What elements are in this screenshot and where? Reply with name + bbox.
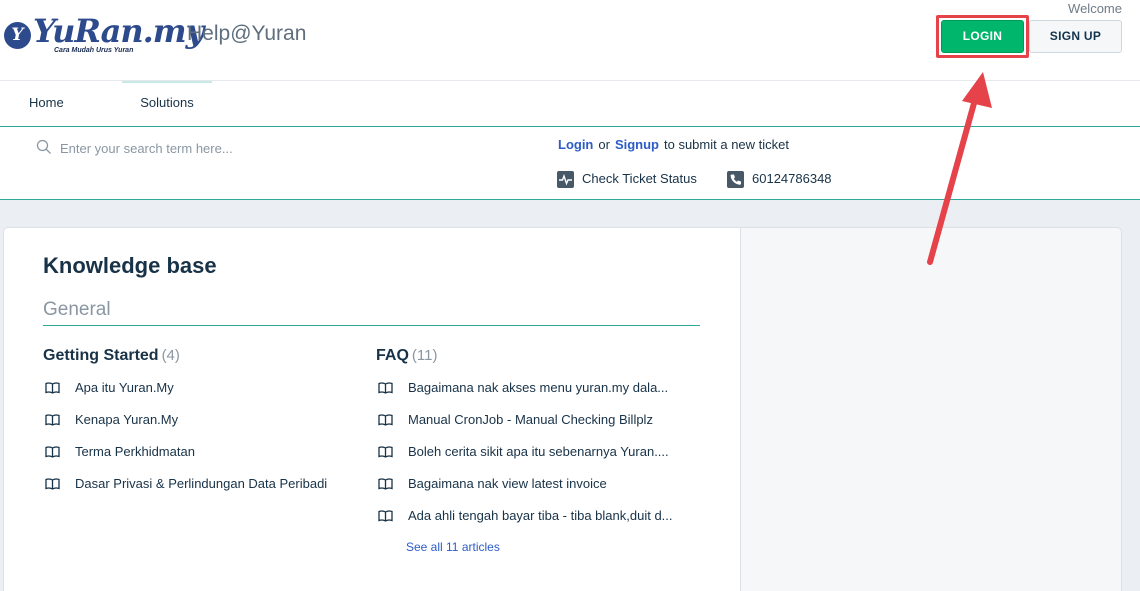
article-title: Bagaimana nak view latest invoice xyxy=(408,476,607,491)
knowledge-base-panel: Knowledge base General Getting Started (4… xyxy=(3,227,740,591)
ticket-prompt: Login or Signup to submit a new ticket xyxy=(558,137,789,152)
see-all-articles-link[interactable]: See all 11 articles xyxy=(406,540,673,554)
article-title: Terma Perkhidmatan xyxy=(75,444,195,459)
logo-tagline: Cara Mudah Urus Yuran xyxy=(54,47,134,54)
article-item[interactable]: Kenapa Yuran.My xyxy=(43,412,327,444)
login-highlight-box xyxy=(936,15,1029,58)
book-icon xyxy=(45,478,60,490)
book-icon xyxy=(378,510,393,522)
section-general[interactable]: General xyxy=(43,299,700,326)
article-title: Dasar Privasi & Perlindungan Data Periba… xyxy=(75,476,328,491)
book-icon xyxy=(45,382,60,394)
portal-name[interactable]: Help@Yuran xyxy=(187,22,306,46)
signup-link[interactable]: Signup xyxy=(615,137,659,152)
category-title[interactable]: Getting Started (4) xyxy=(43,347,327,365)
submit-ticket-text: to submit a new ticket xyxy=(664,137,789,152)
article-item[interactable]: Terma Perkhidmatan xyxy=(43,444,327,476)
signup-button[interactable]: SIGN UP xyxy=(1029,20,1122,53)
nav-solutions[interactable]: Solutions xyxy=(122,81,212,126)
welcome-text: Welcome xyxy=(1068,1,1122,16)
book-icon xyxy=(45,446,60,458)
nav-home[interactable]: Home xyxy=(29,81,64,126)
or-text: or xyxy=(598,137,610,152)
phone-icon xyxy=(727,171,744,189)
article-item[interactable]: Bagaimana nak akses menu yuran.my dala..… xyxy=(376,380,673,412)
book-icon xyxy=(378,446,393,458)
book-icon xyxy=(378,478,393,490)
article-title: Bagaimana nak akses menu yuran.my dala..… xyxy=(408,380,669,395)
search-icon xyxy=(36,139,51,154)
article-title: Ada ahli tengah bayar tiba - tiba blank,… xyxy=(408,508,673,523)
article-item[interactable]: Boleh cerita sikit apa itu sebenarnya Yu… xyxy=(376,444,673,476)
book-icon xyxy=(378,382,393,394)
category-name: FAQ xyxy=(376,347,409,364)
category-count: (4) xyxy=(161,347,180,364)
check-ticket-status-link[interactable]: Check Ticket Status xyxy=(557,171,697,189)
logo-mark: Y xyxy=(4,22,31,49)
article-list: Apa itu Yuran.My Kenapa Yuran.My Terma P… xyxy=(43,380,327,508)
article-title: Apa itu Yuran.My xyxy=(75,380,174,395)
category-faq: FAQ (11) Bagaimana nak akses menu yuran.m… xyxy=(376,347,673,554)
article-list: Bagaimana nak akses menu yuran.my dala..… xyxy=(376,380,673,540)
search-band: Loginor Signup to submit a new ticket Chec… xyxy=(0,127,1140,200)
article-item[interactable]: Bagaimana nak view latest invoice xyxy=(376,476,673,508)
phone-number: 60124786348 xyxy=(752,171,832,186)
logo-text: YuRan.my xyxy=(33,12,204,50)
header: Y YuRan.my Cara Mudah Urus Yuran Help@Yu… xyxy=(0,0,1140,81)
article-item[interactable]: Dasar Privasi & Perlindungan Data Periba… xyxy=(43,476,327,508)
nav-bar: Home Solutions xyxy=(0,81,1140,127)
login-link[interactable]: Login xyxy=(558,137,593,152)
article-item[interactable]: Apa itu Yuran.My xyxy=(43,380,327,412)
category-getting-started: Getting Started (4) Apa itu Yuran.My Kena… xyxy=(43,347,327,508)
phone-contact: 60124786348 xyxy=(727,171,832,189)
article-item[interactable]: Manual CronJob - Manual Checking Billplz xyxy=(376,412,673,444)
article-title: Boleh cerita sikit apa itu sebenarnya Yu… xyxy=(408,444,669,459)
logo[interactable]: Y YuRan.my Cara Mudah Urus Yuran xyxy=(4,12,204,58)
book-icon xyxy=(45,414,60,426)
activity-icon xyxy=(557,171,574,189)
category-title[interactable]: FAQ (11) xyxy=(376,347,673,365)
article-title: Manual CronJob - Manual Checking Billplz xyxy=(408,412,653,427)
category-name: Getting Started xyxy=(43,347,159,364)
category-count: (11) xyxy=(411,347,438,364)
check-ticket-status-label: Check Ticket Status xyxy=(582,171,697,186)
article-title: Kenapa Yuran.My xyxy=(75,412,179,427)
book-icon xyxy=(378,414,393,426)
sidebar-panel xyxy=(740,227,1122,591)
page-title: Knowledge base xyxy=(43,253,217,278)
search-input[interactable] xyxy=(60,136,460,160)
article-item[interactable]: Ada ahli tengah bayar tiba - tiba blank,… xyxy=(376,508,673,540)
